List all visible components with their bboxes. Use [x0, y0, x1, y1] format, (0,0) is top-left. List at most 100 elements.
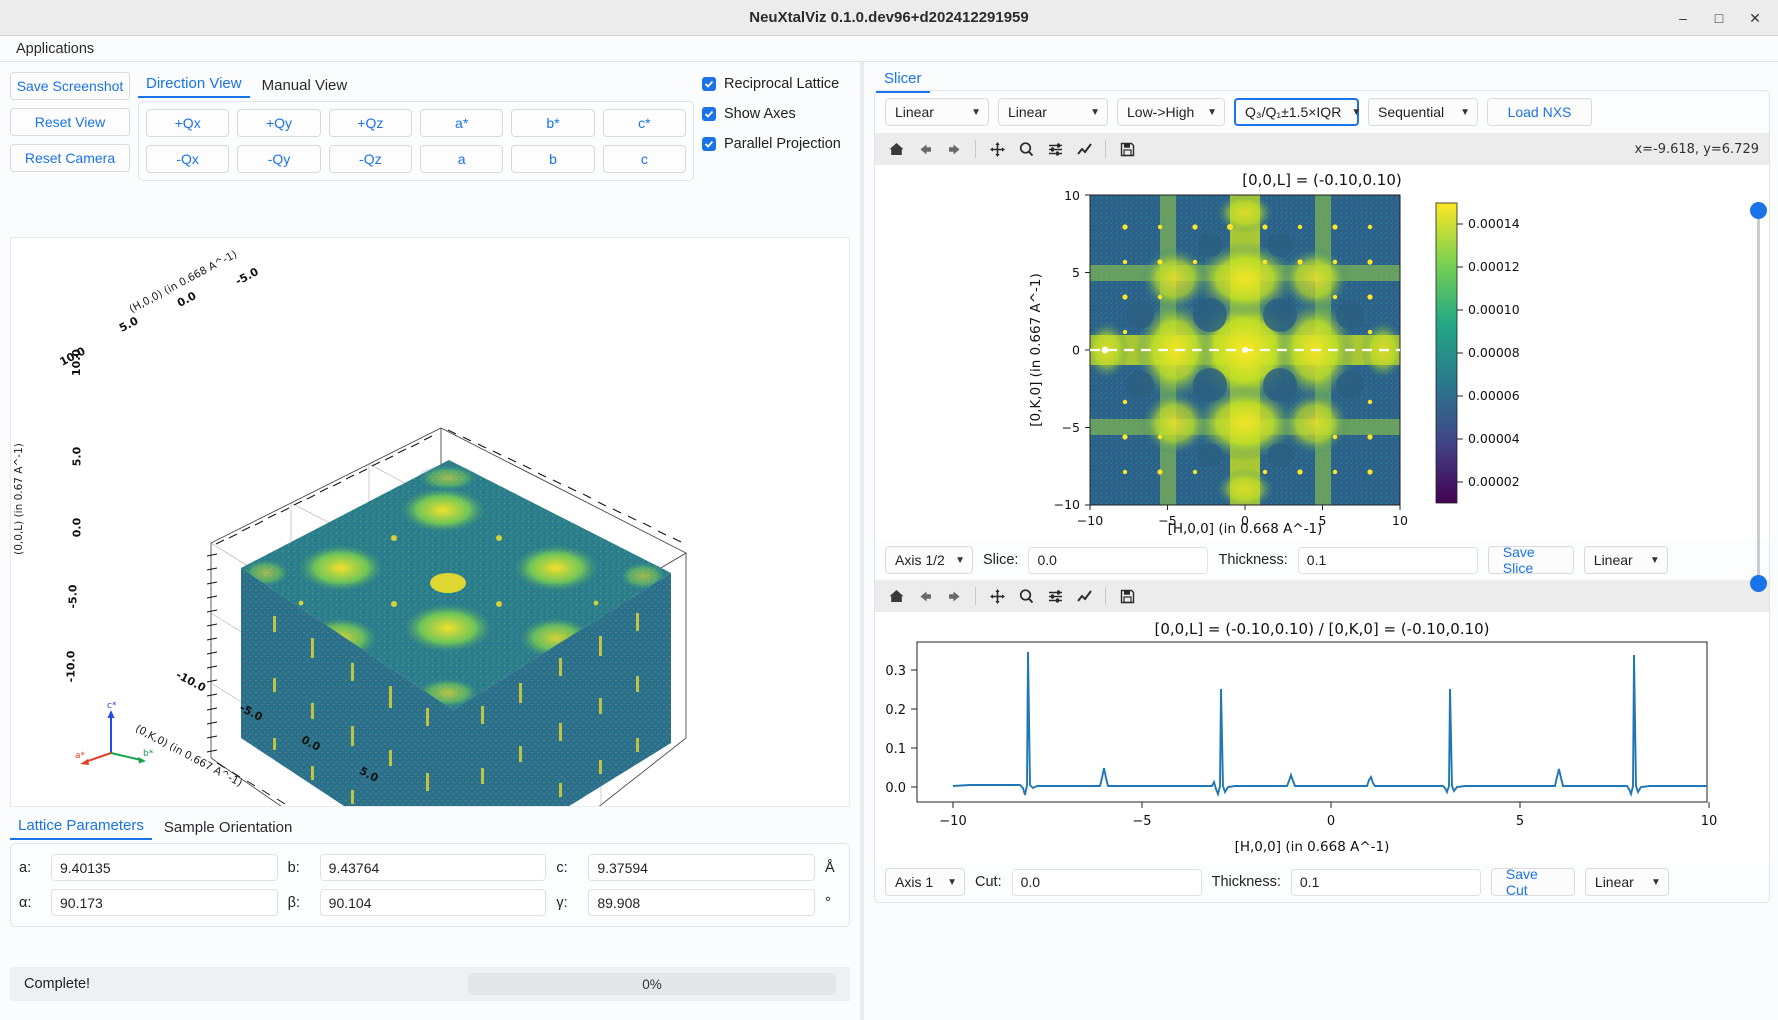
field-a[interactable]: 9.40135 [51, 854, 278, 881]
dir-button-minus-qz[interactable]: -Qz [329, 145, 412, 173]
main-split: Save Screenshot Reset View Reset Camera … [0, 62, 1778, 1020]
edit-curve-icon[interactable] [1071, 584, 1097, 608]
home-icon[interactable] [883, 137, 909, 161]
dir-button-a[interactable]: a [420, 145, 503, 173]
maximize-icon[interactable]: □ [1702, 3, 1736, 33]
left-toolbar-area: Save Screenshot Reset View Reset Camera … [0, 62, 860, 181]
select-order[interactable]: Low->High ▼ [1117, 98, 1225, 126]
label-a: a: [19, 860, 41, 876]
dir-button-plus-qx[interactable]: +Qx [146, 109, 229, 137]
field-alpha[interactable]: 90.173 [51, 889, 278, 916]
cut-controls-row: Axis 1 ▼ Cut: 0.0 Thickness: 0.1 Save Cu… [875, 862, 1769, 902]
checkbox-parallel-projection[interactable]: Parallel Projection [702, 136, 852, 152]
select-cut-scale[interactable]: Linear ▼ [1585, 868, 1669, 896]
tab-lattice-parameters[interactable]: Lattice Parameters [10, 815, 152, 840]
minimize-icon[interactable]: – [1666, 3, 1700, 33]
chevron-down-icon: ▼ [971, 107, 981, 118]
chevron-down-icon: ▼ [1090, 107, 1100, 118]
dir-button-b-star[interactable]: b* [511, 109, 594, 137]
direction-view-panel: +Qx +Qy +Qz a* b* c* -Qx -Qy -Qz a b c [138, 101, 694, 181]
back-arrow-icon[interactable] [912, 584, 938, 608]
toolbar-separator [1105, 140, 1106, 158]
cut-line-plot[interactable]: [0,0,L] = (-0.10,0.10) / [0,K,0] = (-0.1… [875, 612, 1769, 862]
svg-text:5: 5 [1072, 265, 1080, 280]
select-color-limits[interactable]: Q₃/Q₁±1.5×IQR ▼ [1234, 98, 1359, 126]
lattice-panel: Lattice Parameters Sample Orientation a:… [10, 814, 850, 927]
field-c[interactable]: 9.37594 [588, 854, 815, 881]
checkmark-icon [702, 137, 716, 151]
checkbox-label: Parallel Projection [724, 136, 841, 152]
reset-view-button[interactable]: Reset View [10, 108, 130, 136]
dir-button-b[interactable]: b [511, 145, 594, 173]
slice-vertical-slider[interactable] [1748, 202, 1768, 592]
back-arrow-icon[interactable] [912, 137, 938, 161]
orientation-axes-gizmo: c* b* a* [73, 698, 153, 778]
svg-text:0.3: 0.3 [885, 664, 906, 679]
cut-thickness-input[interactable]: 0.1 [1291, 869, 1481, 896]
checkbox-reciprocal-lattice[interactable]: Reciprocal Lattice [702, 76, 852, 92]
checkbox-show-axes[interactable]: Show Axes [702, 106, 852, 122]
dir-button-plus-qy[interactable]: +Qy [237, 109, 320, 137]
tab-sample-orientation[interactable]: Sample Orientation [156, 817, 300, 840]
field-beta[interactable]: 90.104 [320, 889, 547, 916]
pan-icon[interactable] [984, 584, 1010, 608]
reset-camera-button[interactable]: Reset Camera [10, 144, 130, 172]
slice-heatmap-plot[interactable]: [0,0,L] = (-0.10,0.10) [875, 165, 1769, 540]
zoom-icon[interactable] [1013, 584, 1039, 608]
select-colormap[interactable]: Sequential ▼ [1368, 98, 1478, 126]
configure-subplots-icon[interactable] [1042, 584, 1068, 608]
tab-direction-view[interactable]: Direction View [138, 73, 250, 98]
save-figure-icon[interactable] [1114, 137, 1140, 161]
dir-button-minus-qy[interactable]: -Qy [237, 145, 320, 173]
cut-line-svg: −10 −5 0 5 10 0.0 0.1 0.2 0.3 [H,0,0] (i… [875, 636, 1769, 858]
slider-handle-bottom[interactable] [1750, 575, 1767, 592]
viewport-z-tick: -10.0 [64, 651, 77, 683]
pan-icon[interactable] [984, 137, 1010, 161]
slice-plot-toolbar: x=-9.618, y=6.729 [875, 133, 1769, 165]
cut-value-input[interactable]: 0.0 [1012, 869, 1202, 896]
unit-angstrom: Å [825, 860, 841, 876]
forward-arrow-icon[interactable] [941, 584, 967, 608]
select-slice-axis[interactable]: Axis 1/2 ▼ [885, 546, 973, 574]
select-value: Linear [1008, 104, 1047, 120]
save-cut-button[interactable]: Save Cut [1491, 868, 1575, 896]
viewport-z-tick: 0.0 [70, 518, 83, 538]
chevron-down-icon: ▼ [1460, 107, 1470, 118]
zoom-icon[interactable] [1013, 137, 1039, 161]
save-figure-icon[interactable] [1114, 584, 1140, 608]
configure-subplots-icon[interactable] [1042, 137, 1068, 161]
close-icon[interactable]: ✕ [1738, 3, 1772, 33]
forward-arrow-icon[interactable] [941, 137, 967, 161]
tab-manual-view[interactable]: Manual View [254, 75, 356, 98]
select-cut-axis[interactable]: Axis 1 ▼ [885, 868, 965, 896]
lattice-fields-grid: a: 9.40135 b: 9.43764 c: 9.37594 Å α: 90… [11, 844, 849, 926]
field-gamma[interactable]: 89.908 [588, 889, 815, 916]
svg-text:−10: −10 [1077, 513, 1103, 528]
cut-label: Cut: [975, 874, 1002, 890]
home-icon[interactable] [883, 584, 909, 608]
load-nxs-button[interactable]: Load NXS [1487, 98, 1592, 126]
dir-button-plus-qz[interactable]: +Qz [329, 109, 412, 137]
label-gamma: γ: [556, 895, 578, 911]
select-scale-x[interactable]: Linear ▼ [885, 98, 989, 126]
edit-curve-icon[interactable] [1071, 137, 1097, 161]
dir-button-c-star[interactable]: c* [603, 109, 686, 137]
dir-button-c[interactable]: c [603, 145, 686, 173]
slice-value-input[interactable]: 0.0 [1028, 547, 1208, 574]
volume-3d-viewport[interactable]: (H,0,0) (in 0.668 A^-1) (0,K,0) (in 0.66… [10, 237, 850, 807]
tab-slicer[interactable]: Slicer [876, 68, 930, 93]
save-slice-button[interactable]: Save Slice [1488, 546, 1574, 574]
left-action-buttons: Save Screenshot Reset View Reset Camera [10, 72, 130, 181]
select-scale-y[interactable]: Linear ▼ [998, 98, 1108, 126]
svg-text:0.2: 0.2 [885, 703, 906, 718]
select-slice-scale[interactable]: Linear ▼ [1584, 546, 1668, 574]
dir-button-a-star[interactable]: a* [420, 109, 503, 137]
slider-handle-top[interactable] [1750, 202, 1767, 219]
field-b[interactable]: 9.43764 [320, 854, 547, 881]
svg-text:−5: −5 [1062, 420, 1080, 435]
dir-button-minus-qx[interactable]: -Qx [146, 145, 229, 173]
save-screenshot-button[interactable]: Save Screenshot [10, 72, 130, 100]
svg-text:−5: −5 [1132, 814, 1151, 829]
slice-thickness-input[interactable]: 0.1 [1298, 547, 1478, 574]
menu-item-applications[interactable]: Applications [10, 39, 100, 59]
